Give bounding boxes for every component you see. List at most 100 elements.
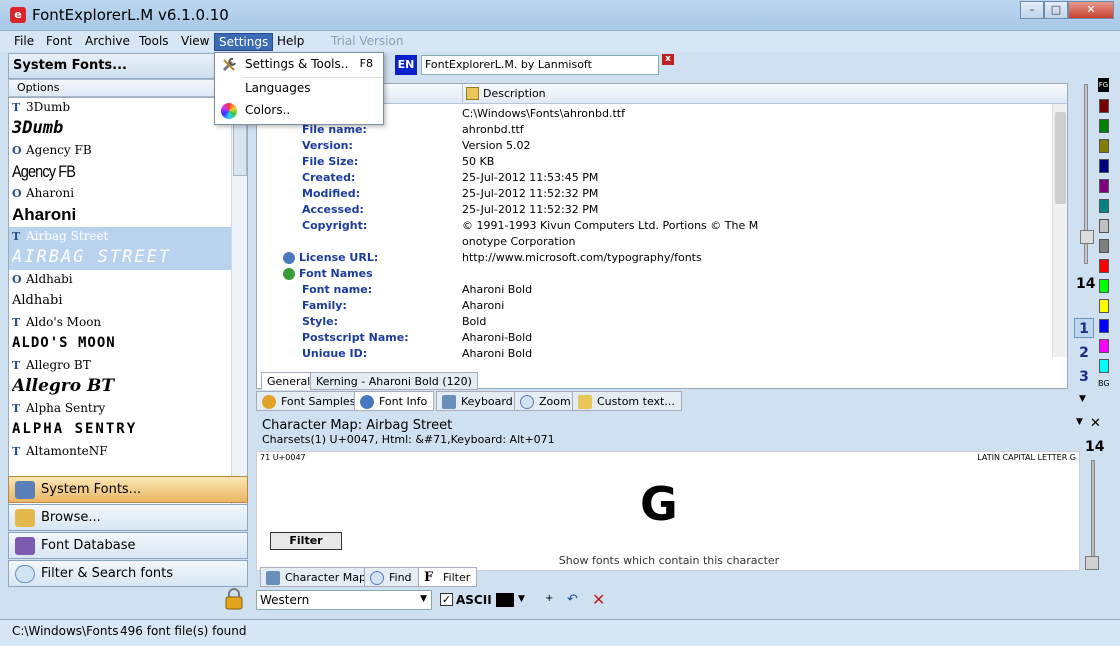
property-value: 25-Jul-2012 11:52:32 PM [462, 187, 599, 200]
ascii-checkbox[interactable]: ✓ [440, 593, 453, 606]
property-row[interactable]: File name: ahronbd.ttf [257, 123, 1052, 139]
tab-custom-text[interactable]: Custom text... [572, 391, 682, 411]
page-3-button[interactable]: 3 [1074, 367, 1094, 387]
menu-help[interactable]: Help [273, 33, 308, 49]
property-row[interactable]: onotype Corporation [257, 235, 1052, 251]
color-swatch[interactable] [1099, 179, 1109, 193]
menu-item-languages[interactable]: Languages [215, 78, 383, 100]
property-row[interactable]: Style: Bold [257, 315, 1052, 331]
color-swatch[interactable] [1099, 219, 1109, 233]
nav-browse[interactable]: Browse... [8, 504, 248, 531]
font-list-scrollbar[interactable] [231, 98, 247, 520]
property-row[interactable]: File Size: 50 KB [257, 155, 1052, 171]
nav-filter-search[interactable]: Filter & Search fonts [8, 560, 248, 587]
property-section-row[interactable]: License URL: http://www.microsoft.com/typ… [257, 251, 1052, 267]
charmap-size-slider[interactable] [1091, 460, 1095, 570]
color-swatch[interactable] [1099, 339, 1109, 353]
property-row[interactable]: Font name: Aharoni Bold [257, 283, 1052, 299]
property-row[interactable]: Postscript Name: Aharoni-Bold [257, 331, 1052, 347]
color-swatch[interactable] [1099, 259, 1109, 273]
menu-settings[interactable]: Settings [214, 33, 274, 51]
delete-icon[interactable]: ✕ [592, 590, 605, 609]
tab-kerning[interactable]: Kerning - Aharoni Bold (120) [310, 372, 478, 390]
close-button[interactable]: ✕ [1068, 1, 1114, 19]
menu-item-settings-tools[interactable]: Settings & Tools.. F8 [215, 54, 383, 76]
color-swatch[interactable] [1099, 359, 1109, 373]
property-row[interactable]: Copyright: © 1991-1993 Kivun Computers Lt… [257, 219, 1052, 235]
plus-icon[interactable]: + [545, 593, 553, 604]
bg-label[interactable]: BG [1098, 379, 1110, 388]
color-swatch[interactable] [1099, 239, 1109, 253]
font-list-item[interactable]: T Aldo's Moon ALDO'S MOON [9, 313, 231, 356]
property-row[interactable]: Family: Aharoni [257, 299, 1052, 315]
color-swatch[interactable] [1099, 139, 1109, 153]
property-row[interactable]: Modified: 25-Jul-2012 11:52:32 PM [257, 187, 1052, 203]
maximize-button[interactable]: □ [1044, 1, 1068, 19]
color-swatch[interactable] [1099, 199, 1109, 213]
menu-tools[interactable]: Tools [135, 33, 173, 49]
property-row[interactable]: Unique ID: Aharoni Bold [257, 347, 1052, 357]
menu-file[interactable]: File [10, 33, 38, 49]
slider-knob[interactable] [1080, 230, 1094, 244]
tab-font-samples[interactable]: Font Samples [256, 391, 363, 411]
tab-keyboard[interactable]: Keyboard [436, 391, 520, 411]
property-key: Style: [302, 315, 338, 328]
column-label: Description [483, 87, 546, 100]
color-swatch[interactable] [1099, 319, 1109, 333]
color-swatch[interactable] [1099, 279, 1109, 293]
scrollbar-thumb[interactable] [1055, 112, 1066, 204]
color-swatch[interactable] [496, 593, 514, 607]
charset-select[interactable]: Western ▼ [256, 590, 432, 610]
undo-icon[interactable]: ↶ [567, 592, 578, 607]
property-value: © 1991-1993 Kivun Computers Ltd. Portion… [462, 219, 759, 232]
tab-zoom[interactable]: Zoom [514, 391, 578, 411]
font-list[interactable]: T 3Dumb 3Dumb O Agency FB Agency FB O Aharo… [8, 97, 248, 521]
filter-f-icon: F [424, 570, 434, 585]
fg-label[interactable]: FG [1098, 78, 1109, 92]
color-swatch[interactable] [1099, 99, 1109, 113]
minimize-button[interactable]: – [1020, 1, 1044, 19]
tab-font-info[interactable]: Font Info [354, 391, 435, 411]
color-swatch[interactable] [1099, 119, 1109, 133]
tab-filter[interactable]: F Filter [418, 567, 478, 587]
tab-general[interactable]: General [261, 372, 317, 390]
font-list-item-selected[interactable]: T Airbag Street AIRBAG STREET [9, 227, 231, 270]
sample-text-input[interactable]: FontExplorerL.M. by Lanmisoft [421, 55, 659, 75]
filter-button[interactable]: Filter [270, 532, 342, 550]
font-list-item[interactable]: T 3Dumb 3Dumb [9, 98, 231, 141]
chevron-down-icon[interactable]: ▼ [518, 594, 525, 604]
chevron-down-icon[interactable]: ▼ [1079, 394, 1086, 404]
lock-icon[interactable] [224, 588, 244, 610]
options-header[interactable]: Options [8, 79, 248, 97]
page-2-button[interactable]: 2 [1074, 343, 1094, 363]
property-key: Unique ID: [302, 347, 368, 357]
font-list-item[interactable]: O Aldhabi Aldhabi [9, 270, 231, 313]
page-1-button[interactable]: 1 [1074, 318, 1094, 338]
font-list-item[interactable]: O Aharoni Aharoni [9, 184, 231, 227]
menu-font[interactable]: Font [42, 33, 76, 49]
clear-icon[interactable]: x [662, 54, 674, 65]
font-list-item[interactable]: T Allegro BT Allegro BT [9, 356, 231, 399]
font-list-item[interactable]: O Agency FB Agency FB [9, 141, 231, 184]
nav-font-database[interactable]: Font Database [8, 532, 248, 559]
property-row[interactable]: Version: Version 5.02 [257, 139, 1052, 155]
tab-character-map[interactable]: Character Map [260, 567, 374, 587]
font-list-item[interactable]: T AltamonteNF [9, 442, 231, 460]
menu-view[interactable]: View [177, 33, 213, 49]
info-scrollbar[interactable] [1052, 104, 1067, 357]
dropdown-arrow-icon[interactable]: ▼ [1076, 417, 1083, 427]
language-button[interactable]: EN [395, 55, 417, 75]
color-swatch[interactable] [1099, 299, 1109, 313]
menu-archive[interactable]: Archive [81, 33, 134, 49]
scrollbar-thumb[interactable] [233, 116, 247, 176]
menu-item-colors[interactable]: Colors.. [215, 100, 383, 122]
font-list-item[interactable]: T Alpha Sentry ALPHA SENTRY [9, 399, 231, 442]
nav-system-fonts[interactable]: System Fonts... [8, 476, 248, 503]
property-section-row[interactable]: Font Names [257, 267, 1052, 283]
close-icon[interactable]: ✕ [1090, 416, 1101, 431]
property-row[interactable]: Created: 25-Jul-2012 11:53:45 PM [257, 171, 1052, 187]
color-swatch[interactable] [1099, 159, 1109, 173]
column-description[interactable]: Description [462, 84, 552, 104]
tab-find[interactable]: Find [364, 567, 419, 587]
property-row[interactable]: Accessed: 25-Jul-2012 11:52:32 PM [257, 203, 1052, 219]
